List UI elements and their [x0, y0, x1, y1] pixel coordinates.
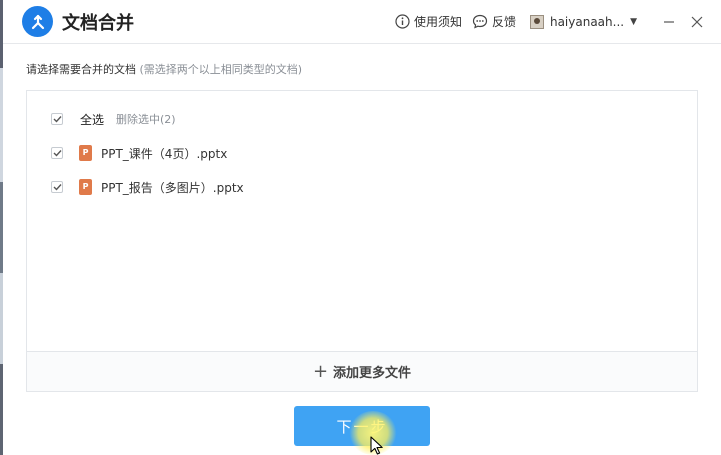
background-window-edge [0, 0, 3, 455]
next-step-button[interactable]: 下一步 [294, 406, 430, 446]
username: haiyanaah... [549, 14, 625, 29]
feedback-label: 反馈 [491, 15, 516, 29]
ppt-file-icon: P [79, 145, 92, 161]
feedback-button[interactable]: 反馈 [472, 13, 516, 30]
avatar [529, 14, 544, 29]
select-all-checkbox[interactable] [51, 113, 63, 125]
select-all-label: 全选 [80, 112, 105, 127]
check-icon [53, 150, 62, 157]
help-label: 使用须知 [413, 15, 462, 29]
title-bar: 文档合并 使用须知 反馈 haiyanaah... ▼ [3, 0, 721, 44]
check-icon [53, 116, 62, 123]
chat-icon [472, 14, 488, 29]
file-row: P PPT_课件（4页）.pptx [27, 143, 227, 163]
select-all-row: 全选 删除选中(2) [27, 109, 176, 129]
merge-window: 文档合并 使用须知 反馈 haiyanaah... ▼ 请选择需要合并的文档 (… [0, 0, 721, 455]
instruction-main: 请选择需要合并的文档 [26, 63, 136, 76]
minimize-button[interactable] [655, 8, 683, 36]
close-icon [691, 16, 703, 27]
add-more-label: 添加更多文件 [333, 366, 412, 381]
instruction-hint: (需选择两个以上相同类型的文档) [139, 63, 303, 76]
ppt-file-icon: P [79, 179, 92, 195]
caret-down-icon: ▼ [630, 16, 637, 27]
info-icon [395, 14, 410, 29]
delete-selected-button[interactable]: 删除选中(2) [116, 111, 176, 127]
minimize-icon [664, 20, 674, 23]
merge-logo-icon [22, 6, 53, 37]
help-button[interactable]: 使用须知 [395, 13, 462, 30]
user-menu[interactable]: haiyanaah... ▼ [529, 14, 637, 29]
file-list-panel: 全选 删除选中(2) P PPT_课件（4页）.pptx P PPT_报告（多图… [26, 90, 698, 392]
title-bar-actions: 使用须知 反馈 haiyanaah... ▼ [395, 0, 721, 43]
plus-icon: + [312, 361, 329, 382]
add-more-files-button[interactable]: + 添加更多文件 [27, 351, 697, 391]
check-icon [53, 184, 62, 191]
file-name: PPT_课件（4页）.pptx [101, 146, 228, 161]
file-name: PPT_报告（多图片）.pptx [101, 180, 244, 195]
file-checkbox[interactable] [51, 147, 63, 159]
instruction-text: 请选择需要合并的文档 (需选择两个以上相同类型的文档) [26, 61, 302, 77]
next-step-label: 下一步 [336, 417, 388, 436]
file-row: P PPT_报告（多图片）.pptx [27, 177, 244, 197]
file-checkbox[interactable] [51, 181, 63, 193]
app-title: 文档合并 [62, 12, 134, 34]
close-button[interactable] [683, 8, 711, 36]
